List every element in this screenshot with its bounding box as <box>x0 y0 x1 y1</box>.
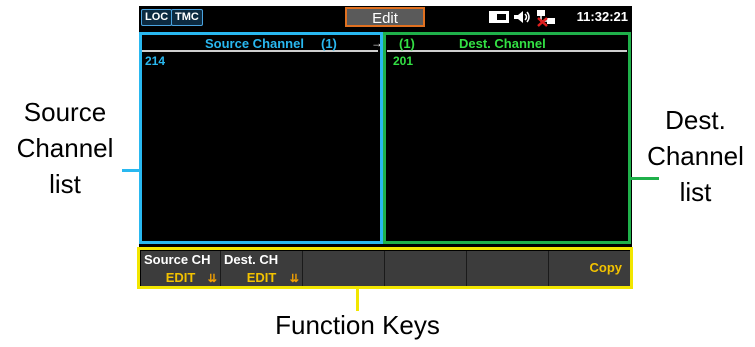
speaker-icon <box>512 9 532 25</box>
callout-line-1: Source <box>23 97 107 127</box>
callout-line-2: Channel <box>647 141 744 171</box>
source-list-highlight <box>139 32 383 244</box>
dest-channel-list-callout: Dest. Channel list <box>636 102 755 210</box>
storage-icon <box>488 9 510 25</box>
callout-line-3: list <box>49 169 81 199</box>
source-channel-list-callout: Source Channel list <box>0 94 130 202</box>
callout-line-1: Dest. <box>665 105 726 135</box>
function-keys-callout: Function Keys <box>275 310 440 340</box>
tab-edit[interactable]: Edit <box>345 7 425 27</box>
callout-line-2: Channel <box>16 133 114 163</box>
network-disconnected-icon <box>535 9 557 27</box>
dest-list-highlight <box>383 32 631 244</box>
function-keys-highlight <box>137 247 633 289</box>
callout-line-3: list <box>679 177 712 207</box>
loc-indicator: LOC <box>141 9 173 26</box>
tmc-indicator: TMC <box>171 9 203 26</box>
clock-time: 11:32:21 <box>576 9 628 24</box>
